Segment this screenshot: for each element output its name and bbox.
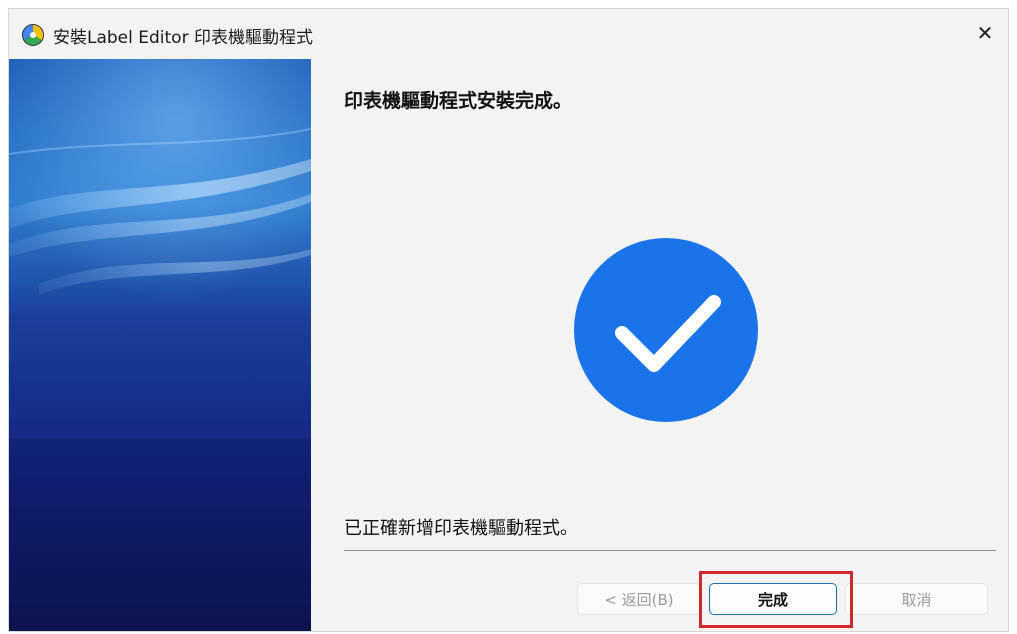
setup-shield-icon: [22, 24, 44, 46]
status-message: 已正確新增印表機驅動程式。: [344, 518, 578, 539]
back-button[interactable]: < 返回(B): [577, 583, 701, 615]
wizard-side-banner: [9, 59, 311, 631]
window-title: 安裝Label Editor 印表機驅動程式: [53, 28, 313, 48]
page-title: 印表機驅動程式安裝完成。: [344, 90, 573, 112]
close-button[interactable]: ✕: [962, 9, 1008, 57]
title-bar: 安裝Label Editor 印表機驅動程式 ✕: [9, 9, 1008, 59]
cancel-button[interactable]: 取消: [845, 583, 988, 615]
divider: [344, 550, 996, 551]
checkmark-circle-icon: [574, 238, 758, 422]
finish-button[interactable]: 完成: [709, 583, 837, 615]
installer-window: 安裝Label Editor 印表機驅動程式 ✕ 印表機驅動程式安裝完成。 已正…: [8, 8, 1009, 632]
wizard-content: 印表機驅動程式安裝完成。 已正確新增印表機驅動程式。 < 返回(B) 完成 取消: [311, 59, 1008, 631]
banner-wave-graphic: [9, 59, 311, 631]
close-icon[interactable]: ✕: [977, 21, 994, 45]
